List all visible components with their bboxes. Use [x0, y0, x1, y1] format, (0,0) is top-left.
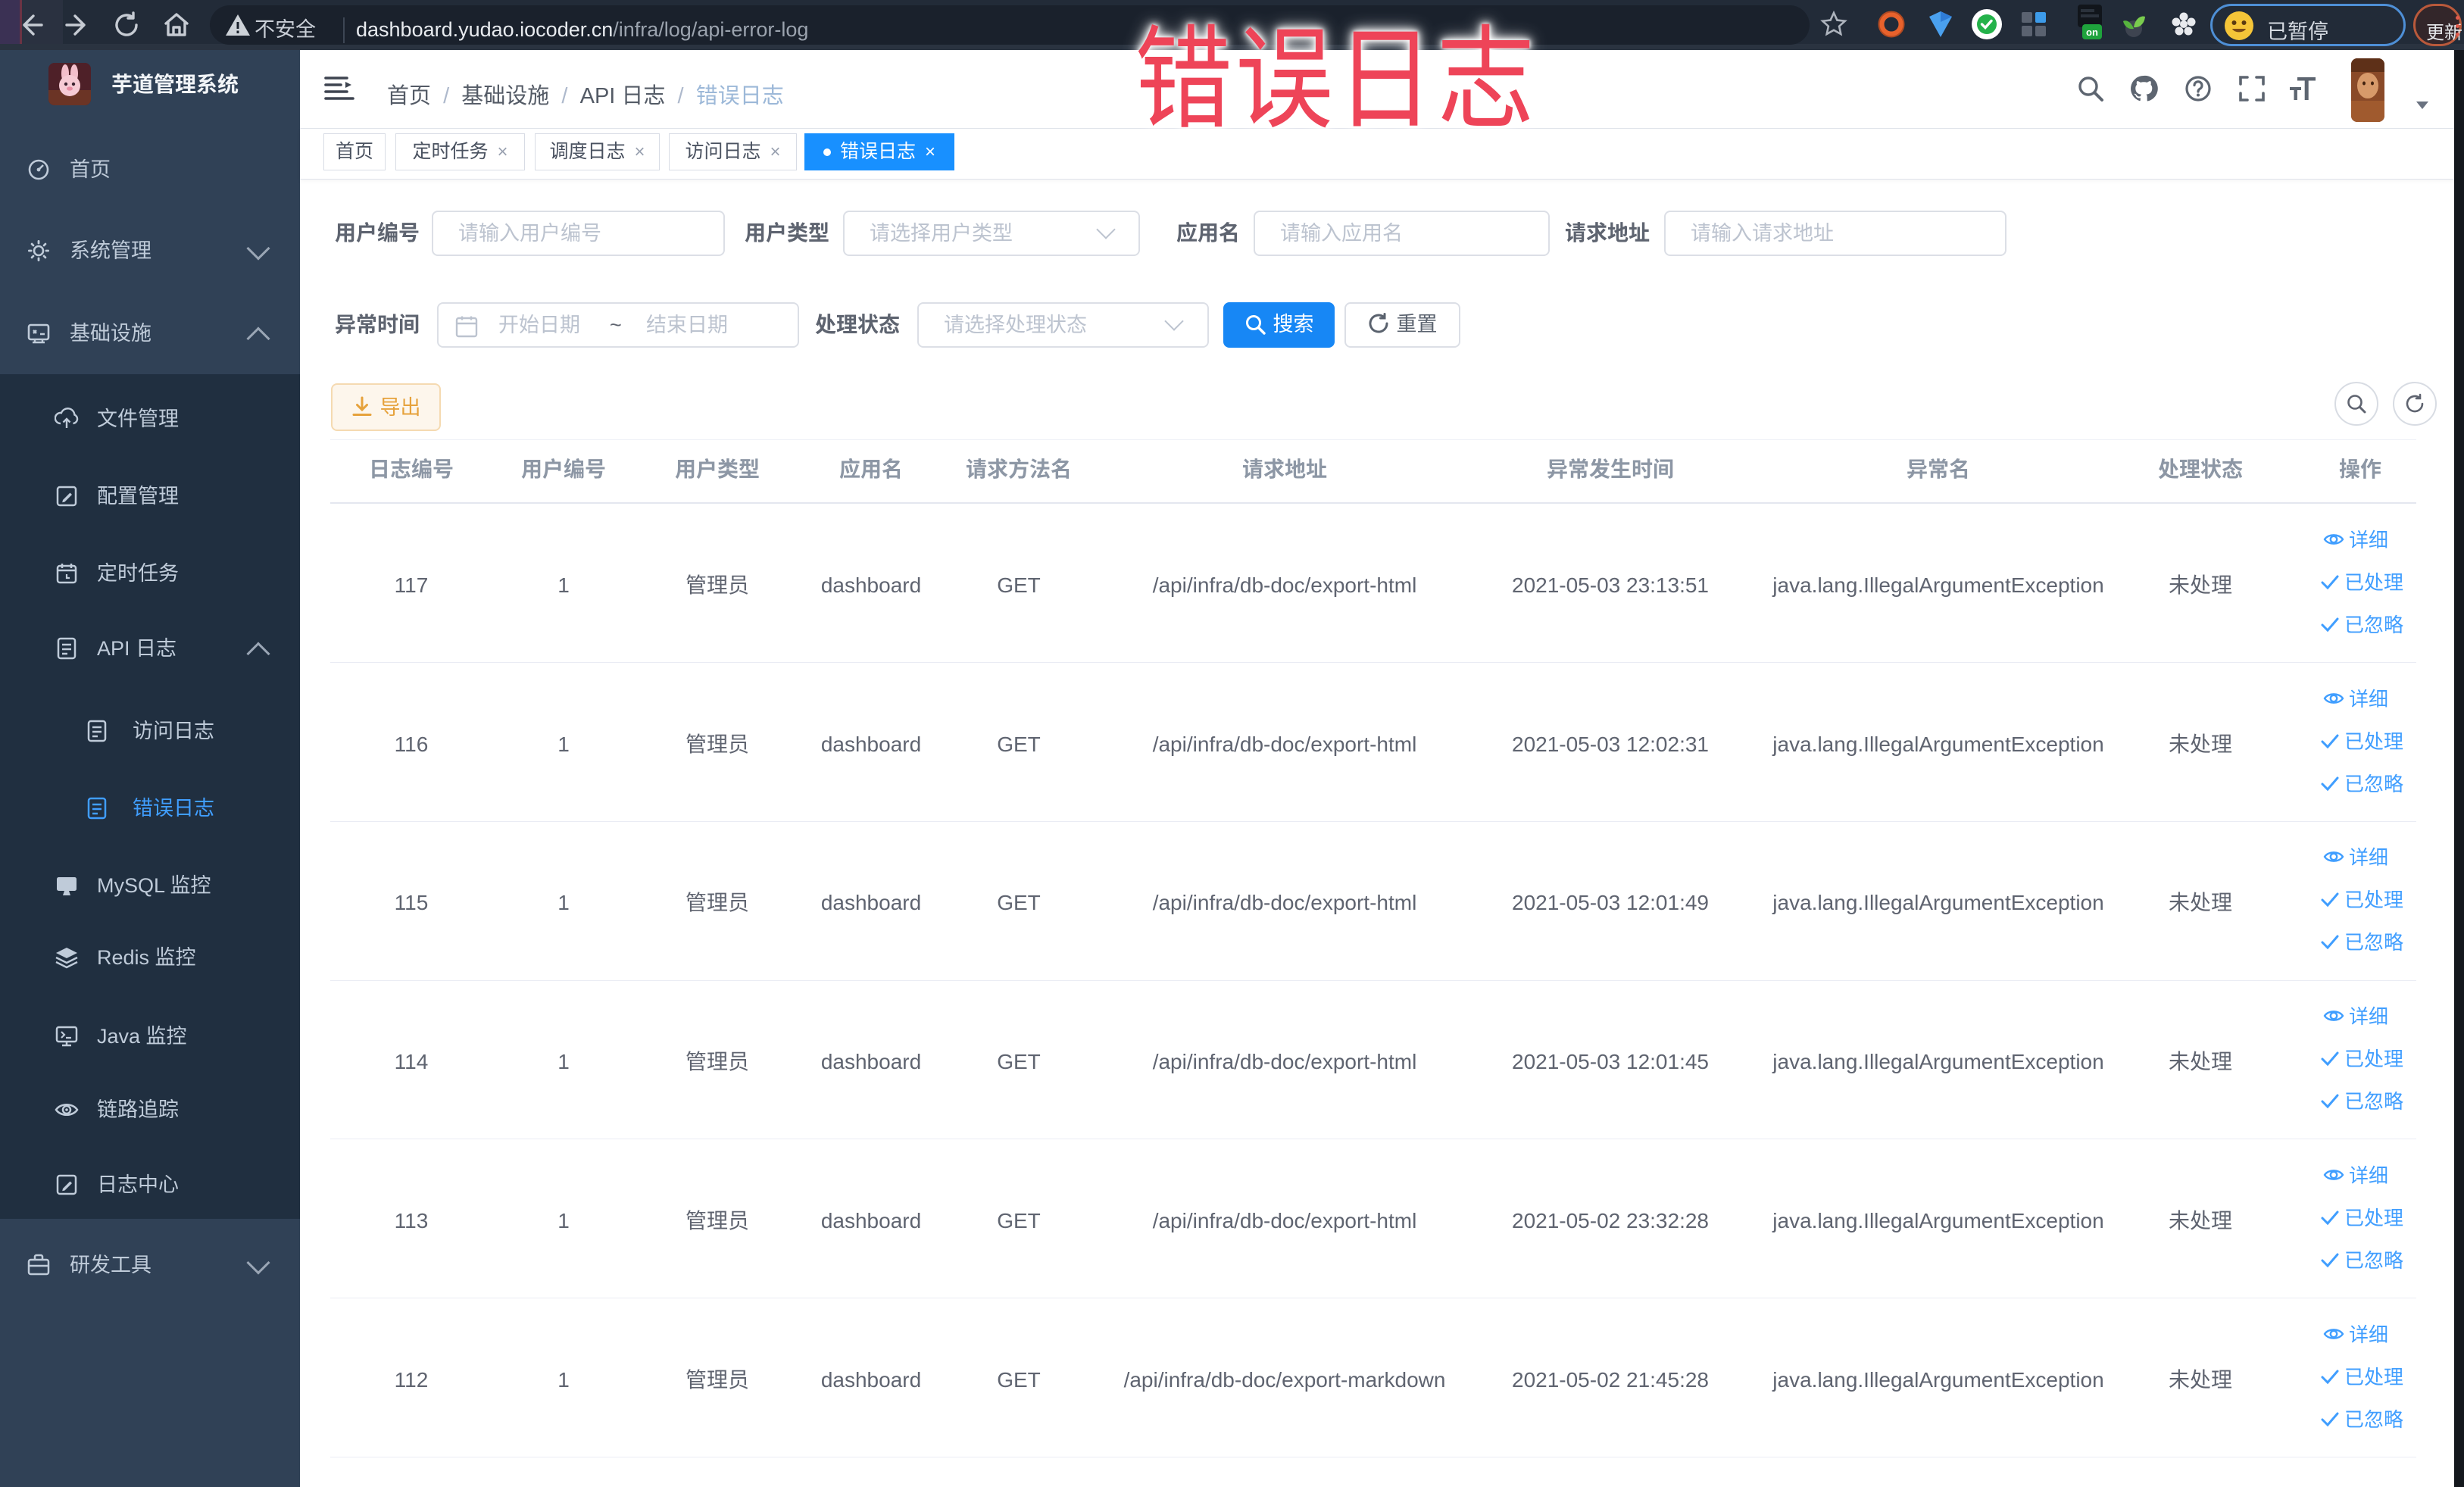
svg-text:on: on — [2086, 27, 2098, 38]
